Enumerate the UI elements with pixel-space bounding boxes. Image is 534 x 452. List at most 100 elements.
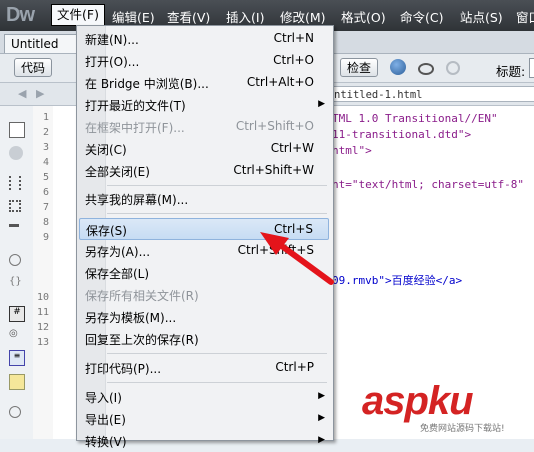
menu-commands[interactable]: 命令(C): [400, 7, 443, 26]
word-wrap-icon[interactable]: ≡: [9, 350, 25, 366]
menu-item-label: 全部关闭(E): [85, 165, 150, 179]
menu-item-browse-in-bridge[interactable]: 在 Bridge 中浏览(B)... Ctrl+Alt+O: [79, 72, 329, 94]
menu-item-print-code[interactable]: 打印代码(P)... Ctrl+P: [79, 357, 329, 379]
menu-item-label: 导入(I): [85, 391, 122, 405]
menu-item-revert[interactable]: 回复至上次的保存(R): [79, 328, 329, 350]
balance-braces-icon[interactable]: {}: [9, 276, 23, 290]
menu-item-shortcut: Ctrl+P: [275, 360, 314, 374]
line-number: 7: [42, 202, 49, 213]
line-numbers-icon[interactable]: #: [9, 306, 25, 322]
show-code-navigator-icon[interactable]: [9, 146, 23, 160]
dreamweaver-logo: Dw: [6, 4, 35, 26]
menu-item-label: 打开最近的文件(T): [85, 99, 186, 113]
menu-item-shortcut: Ctrl+O: [273, 53, 314, 67]
menu-edit[interactable]: 编辑(E): [112, 7, 155, 26]
open-documents-icon[interactable]: [9, 122, 25, 138]
menu-item-shortcut: Ctrl+Shift+O: [235, 119, 314, 133]
menu-item-save[interactable]: 保存(S) Ctrl+S: [79, 218, 329, 240]
code-line: 11-transitional.dtd">: [332, 128, 472, 141]
line-number: 4: [42, 157, 49, 168]
menu-item-shortcut: Ctrl+S: [273, 222, 313, 236]
menu-item-label: 保存(S): [86, 224, 127, 238]
menu-item-export[interactable]: 导出(E) ▶: [79, 408, 329, 430]
menu-item-save-all-related: 保存所有相关文件(R): [79, 284, 329, 306]
title-label: 标题:: [496, 64, 526, 79]
line-number: 3: [42, 142, 49, 153]
line-number: 9: [42, 232, 49, 243]
menu-item-open[interactable]: 打开(O)... Ctrl+O: [79, 50, 329, 72]
watermark-logo: aspku: [362, 379, 474, 423]
collapse-selection-icon[interactable]: [9, 200, 21, 212]
line-number: 2: [42, 127, 49, 138]
menu-item-label: 打印代码(P)...: [85, 362, 162, 376]
menu-item-label: 回复至上次的保存(R): [85, 333, 199, 347]
apply-comment-icon[interactable]: [9, 406, 21, 418]
submenu-arrow-icon: ▶: [318, 413, 325, 423]
menu-modify[interactable]: 修改(M): [280, 7, 326, 26]
menu-item-label: 转换(V): [85, 435, 127, 449]
menu-item-close-all[interactable]: 全部关闭(E) Ctrl+Shift+W: [79, 160, 329, 182]
menu-item-close[interactable]: 关闭(C) Ctrl+W: [79, 138, 329, 160]
menu-item-shortcut: Ctrl+Alt+O: [246, 75, 314, 89]
expand-all-icon[interactable]: [9, 224, 19, 233]
menu-item-label: 另存为(A)...: [85, 245, 151, 259]
menu-separator: [107, 185, 327, 186]
select-parent-tag-icon[interactable]: [9, 254, 21, 266]
address-field[interactable]: ntitled-1.html: [330, 86, 534, 102]
eye-icon[interactable]: [418, 63, 434, 75]
menu-insert[interactable]: 插入(I): [226, 7, 264, 26]
menu-site[interactable]: 站点(S): [460, 7, 503, 26]
check-button[interactable]: 检查: [340, 58, 379, 77]
menu-format[interactable]: 格式(O): [341, 7, 386, 26]
code-line: nt="text/html; charset=utf-8": [332, 178, 525, 191]
menu-item-save-as-template[interactable]: 另存为模板(M)...: [79, 306, 329, 328]
line-number: 1: [42, 112, 49, 123]
menu-item-label: 关闭(C): [85, 143, 127, 157]
globe-icon[interactable]: [390, 59, 406, 75]
syntax-error-alerts-icon[interactable]: [9, 374, 25, 390]
menu-item-label: 保存全部(L): [85, 267, 150, 281]
line-number: 10: [36, 292, 49, 303]
menu-item-shortcut: Ctrl+Shift+S: [237, 243, 314, 257]
site-watermark: aspku 免费网站源码下载站!: [362, 379, 534, 439]
code-view-button[interactable]: 代码: [14, 58, 53, 77]
refresh-icon[interactable]: [446, 61, 460, 75]
menu-item-save-all[interactable]: 保存全部(L): [79, 262, 329, 284]
line-number: 5: [42, 172, 49, 183]
collapse-full-tag-icon[interactable]: [9, 176, 21, 190]
menu-item-share-screen[interactable]: 共享我的屏幕(M)...: [79, 188, 329, 210]
menu-item-label: 打开(O)...: [85, 55, 140, 69]
menu-item-shortcut: Ctrl+N: [273, 31, 314, 45]
menu-window[interactable]: 窗口: [516, 7, 534, 26]
menu-item-open-recent[interactable]: 打开最近的文件(T) ▶: [79, 94, 329, 116]
title-input[interactable]: [529, 58, 534, 78]
menu-item-save-as[interactable]: 另存为(A)... Ctrl+Shift+S: [79, 240, 329, 262]
line-number: 13: [36, 337, 49, 348]
line-number: 11: [36, 307, 49, 318]
menu-item-label: 保存所有相关文件(R): [85, 289, 199, 303]
line-number: 8: [42, 217, 49, 228]
menu-item-shortcut: Ctrl+Shift+W: [233, 163, 314, 177]
submenu-arrow-icon: ▶: [318, 391, 325, 401]
code-line: TML 1.0 Transitional//EN": [332, 112, 498, 125]
document-tab[interactable]: Untitled: [4, 34, 78, 53]
file-menu-dropdown: 新建(N)... Ctrl+N 打开(O)... Ctrl+O 在 Bridge…: [76, 25, 334, 449]
code-line: html">: [332, 144, 372, 157]
menu-item-open-in-frame: 在框架中打开(F)... Ctrl+Shift+O: [79, 116, 329, 138]
code-line: 09.rmvb">百度经验</a>: [332, 274, 463, 287]
line-number: 12: [36, 322, 49, 333]
menu-file[interactable]: 文件(F): [51, 4, 105, 26]
highlight-invalid-code-icon[interactable]: ◎: [9, 328, 23, 342]
menu-item-label: 在 Bridge 中浏览(B)...: [85, 77, 209, 91]
menu-item-label: 共享我的屏幕(M)...: [85, 193, 189, 207]
menu-item-import[interactable]: 导入(I) ▶: [79, 386, 329, 408]
menu-item-label: 新建(N)...: [85, 33, 139, 47]
menu-view[interactable]: 查看(V): [167, 7, 210, 26]
menu-item-label: 在框架中打开(F)...: [85, 121, 185, 135]
back-arrow-icon[interactable]: ◀: [18, 87, 26, 100]
menu-item-new[interactable]: 新建(N)... Ctrl+N: [79, 28, 329, 50]
line-number: 6: [42, 187, 49, 198]
menu-item-label: 导出(E): [85, 413, 126, 427]
forward-arrow-icon[interactable]: ▶: [36, 87, 44, 100]
menu-item-convert[interactable]: 转换(V) ▶: [79, 430, 329, 452]
